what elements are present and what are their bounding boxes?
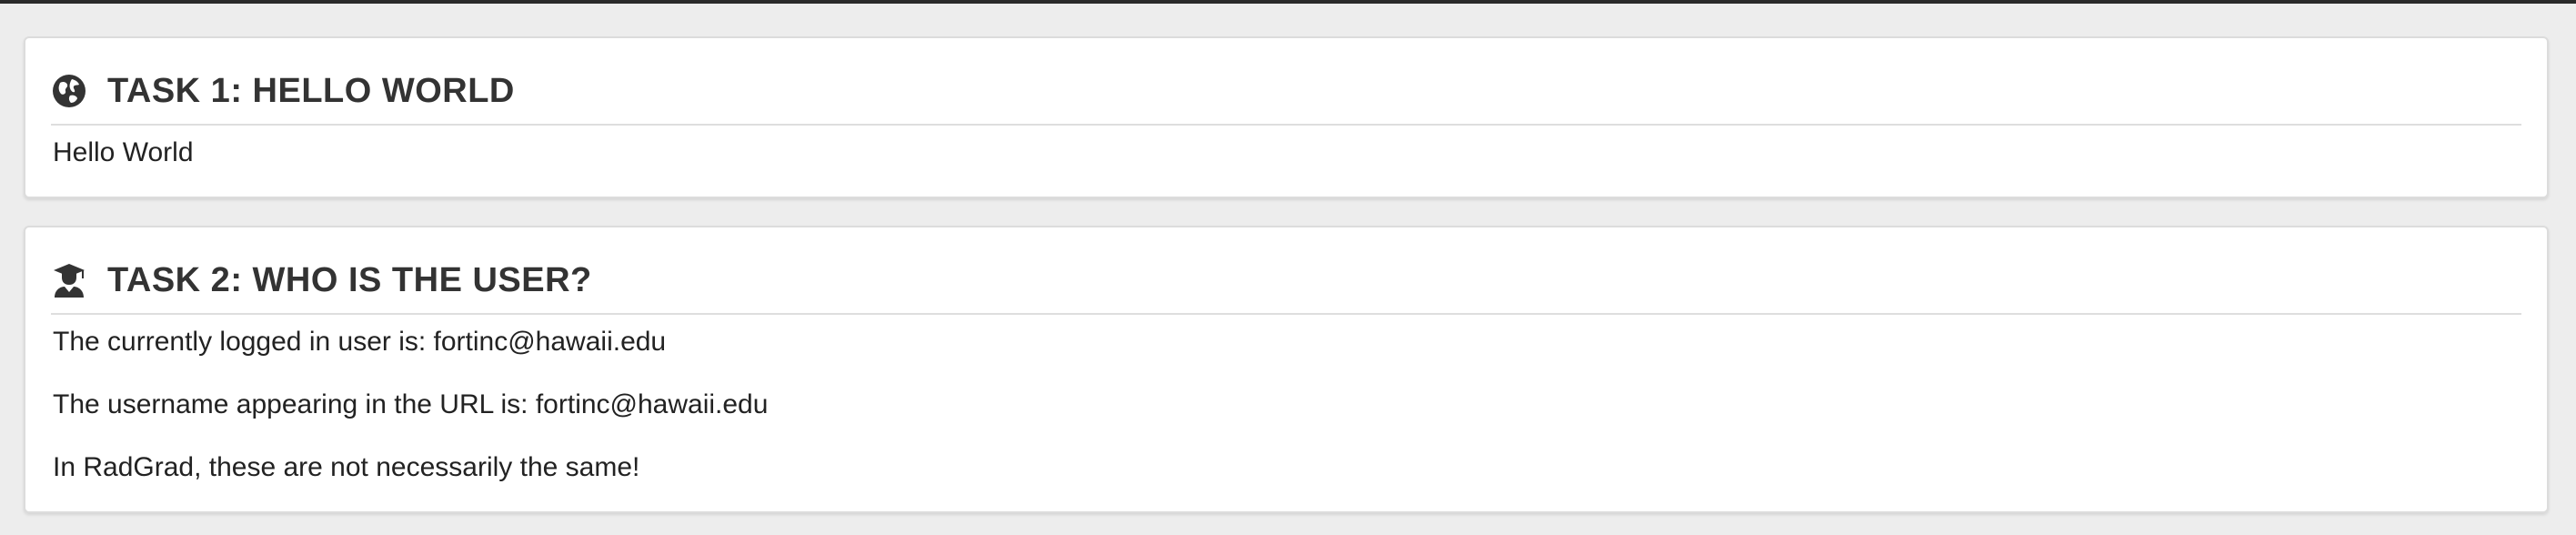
task1-card: TASK 1: HELLO WORLD Hello World (24, 36, 2549, 198)
url-username-text: The username appearing in the URL is: fo… (53, 389, 769, 419)
task1-body-text: Hello World (53, 137, 194, 167)
radgrad-note-text: In RadGrad, these are not necessarily th… (53, 452, 640, 482)
task1-header: TASK 1: HELLO WORLD (51, 58, 2521, 126)
user-graduate-icon (51, 262, 87, 298)
task1-body: Hello World (53, 136, 2520, 169)
task1-title: TASK 1: HELLO WORLD (107, 71, 515, 110)
top-divider (0, 0, 2576, 4)
logged-in-user-text: The currently logged in user is: fortinc… (53, 327, 667, 357)
task2-body: The currently logged in user is: fortinc… (53, 326, 2520, 514)
task2-title: TASK 2: WHO IS THE USER? (107, 260, 592, 299)
task2-card: TASK 2: WHO IS THE USER? The currently l… (24, 226, 2549, 513)
globe-icon (51, 73, 87, 109)
task2-header: TASK 2: WHO IS THE USER? (51, 247, 2521, 315)
